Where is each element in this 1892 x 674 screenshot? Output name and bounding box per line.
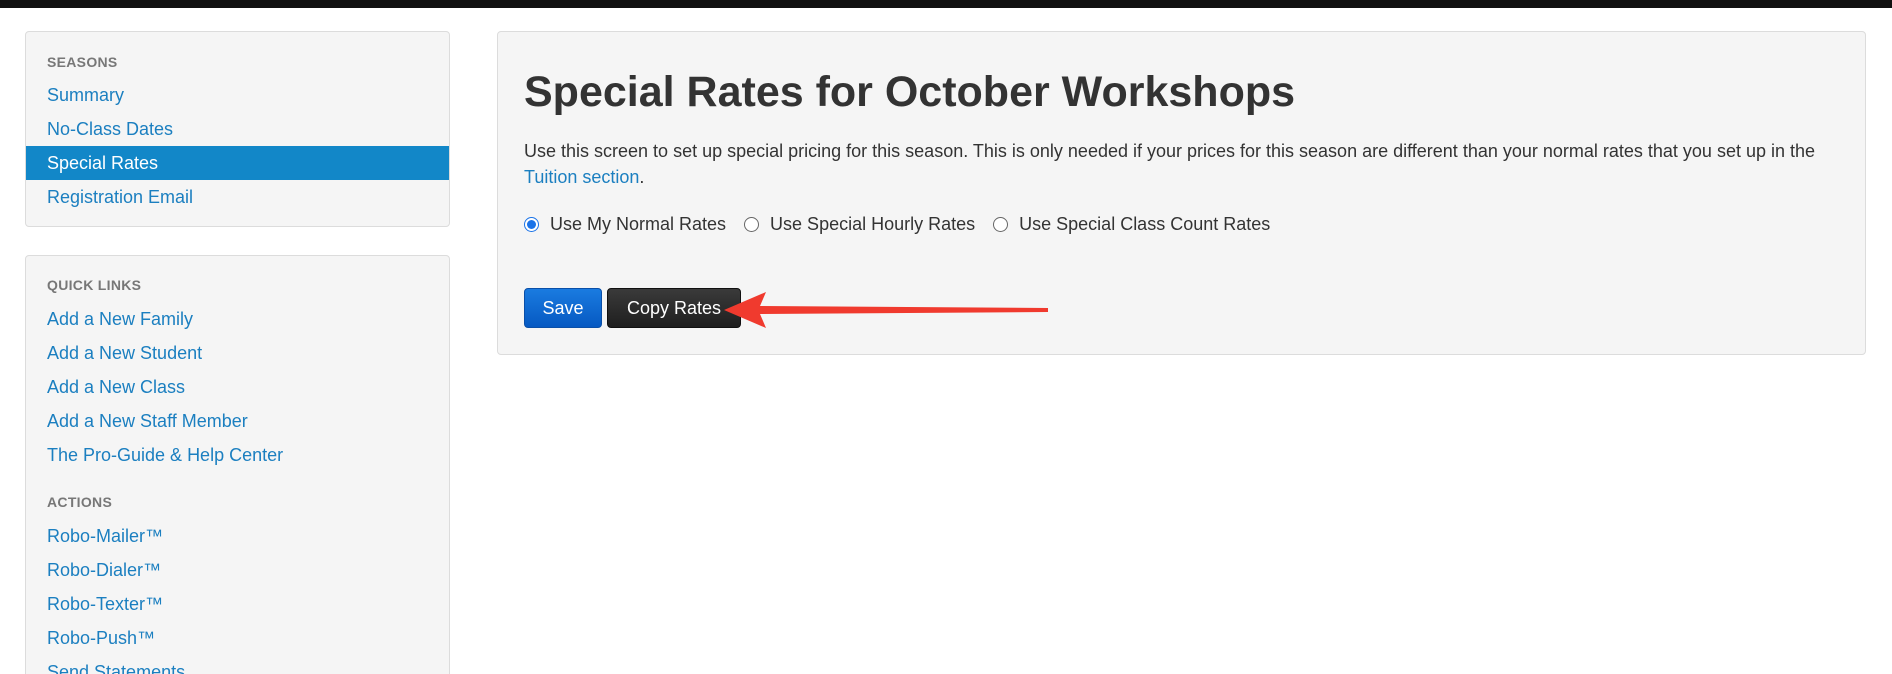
sidebar-item-registration-email[interactable]: Registration Email: [26, 180, 449, 214]
action-robo-dialer[interactable]: Robo-Dialer™: [26, 553, 449, 587]
radio-normal-rates[interactable]: Use My Normal Rates: [524, 214, 726, 235]
radio-button[interactable]: [744, 216, 760, 232]
description-text: Use this screen to set up special pricin…: [524, 141, 1816, 161]
quick-link-add-class[interactable]: Add a New Class: [26, 370, 449, 404]
action-robo-texter[interactable]: Robo-Texter™: [26, 587, 449, 621]
quick-links-heading: QUICK LINKS: [47, 277, 142, 293]
radio-label-normal-rates: Use My Normal Rates: [550, 213, 727, 234]
sidebar-item-no-class-dates[interactable]: No-Class Dates: [26, 112, 449, 146]
tuition-section-link[interactable]: Tuition section: [524, 167, 639, 187]
action-send-statements[interactable]: Send Statements: [26, 655, 449, 674]
seasons-panel: SEASONS Summary No-Class Dates Special R…: [25, 31, 450, 227]
copy-rates-button[interactable]: Copy Rates: [607, 288, 741, 328]
quick-link-help-center[interactable]: The Pro-Guide & Help Center: [26, 438, 449, 472]
description: Use this screen to set up special pricin…: [524, 138, 1844, 190]
special-rates-panel: Special Rates for October Workshops Use …: [497, 31, 1866, 355]
sidebar-item-special-rates[interactable]: Special Rates: [26, 146, 449, 180]
radio-special-class-count-rates[interactable]: Use Special Class Count Rates: [993, 214, 1270, 235]
save-button[interactable]: Save: [524, 288, 602, 328]
quick-links-panel: QUICK LINKS Add a New Family Add a New S…: [25, 255, 450, 674]
quick-link-add-staff[interactable]: Add a New Staff Member: [26, 404, 449, 438]
seasons-heading: SEASONS: [47, 54, 118, 70]
radio-button-selected[interactable]: [524, 216, 539, 232]
radio-label-special-class-count-rates: Use Special Class Count Rates: [1019, 213, 1271, 234]
rate-type-radio-group: Use My Normal Rates Use Special Hourly R…: [524, 210, 1288, 238]
action-robo-push[interactable]: Robo-Push™: [26, 621, 449, 655]
page-title: Special Rates for October Workshops: [524, 68, 1296, 116]
radio-special-hourly-rates[interactable]: Use Special Hourly Rates: [744, 214, 975, 235]
radio-button[interactable]: [993, 216, 1009, 232]
description-suffix: .: [639, 167, 645, 187]
quick-link-add-family[interactable]: Add a New Family: [26, 302, 449, 336]
quick-link-add-student[interactable]: Add a New Student: [26, 336, 449, 370]
actions-heading: ACTIONS: [47, 494, 113, 510]
action-robo-mailer[interactable]: Robo-Mailer™: [26, 519, 449, 553]
sidebar-item-summary[interactable]: Summary: [26, 78, 449, 112]
annotation-arrow-icon: [724, 292, 1048, 328]
radio-label-special-hourly-rates: Use Special Hourly Rates: [770, 213, 976, 234]
top-bar: [0, 0, 1892, 8]
